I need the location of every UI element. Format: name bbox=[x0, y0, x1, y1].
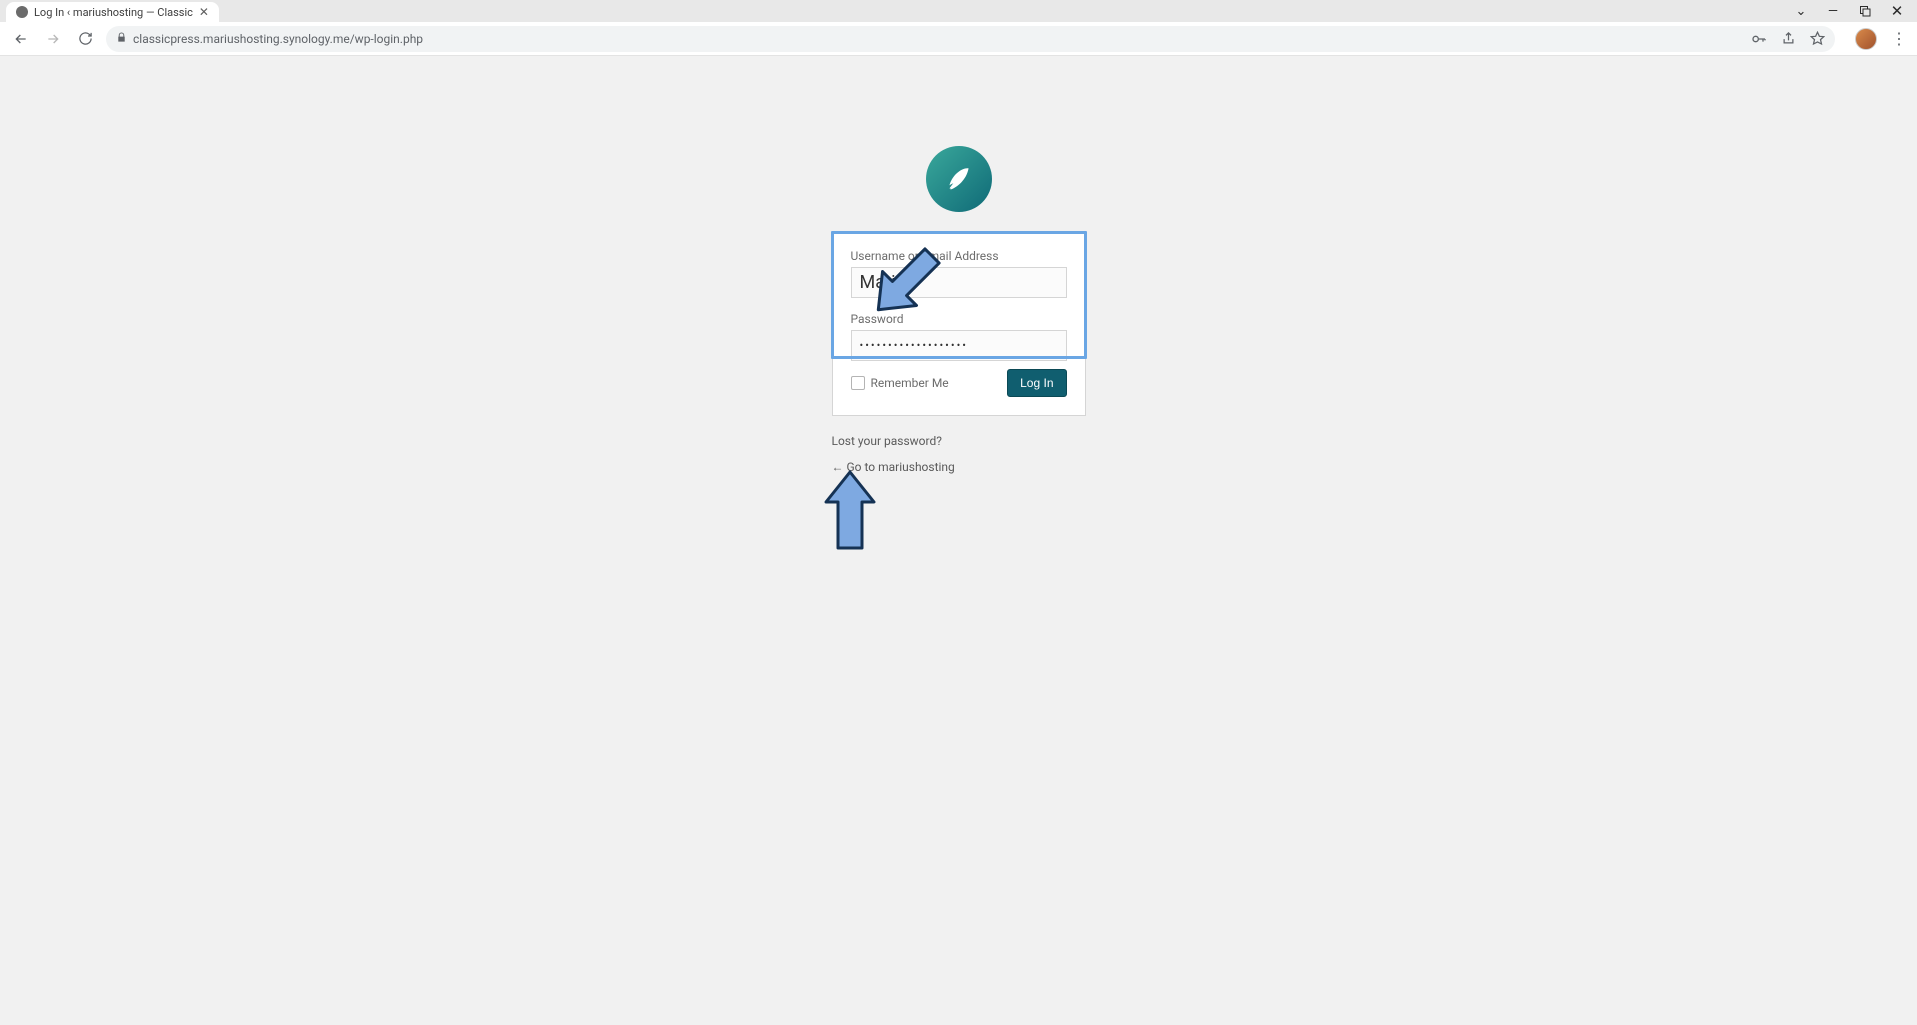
classicpress-logo[interactable] bbox=[926, 146, 992, 212]
form-footer: Remember Me Log In bbox=[851, 369, 1067, 397]
tab-title: Log In ‹ mariushosting — Classic bbox=[34, 6, 193, 19]
login-form: Username or Email Address Password Remem… bbox=[832, 232, 1086, 416]
profile-avatar[interactable] bbox=[1855, 28, 1877, 50]
browser-tab[interactable]: Log In ‹ mariushosting — Classic ✕ bbox=[6, 2, 219, 22]
globe-icon bbox=[16, 6, 28, 18]
tab-strip: Log In ‹ mariushosting — Classic ✕ bbox=[0, 0, 1781, 22]
username-label: Username or Email Address bbox=[851, 249, 1067, 263]
remember-label: Remember Me bbox=[871, 376, 949, 390]
minimize-icon[interactable]: — bbox=[1825, 3, 1841, 19]
lock-icon bbox=[116, 32, 127, 46]
remember-me[interactable]: Remember Me bbox=[851, 376, 949, 390]
username-group: Username or Email Address bbox=[851, 249, 1067, 298]
url-text: classicpress.mariushosting.synology.me/w… bbox=[133, 32, 423, 46]
login-button[interactable]: Log In bbox=[1007, 369, 1066, 397]
window-controls: ⌄ — ✕ bbox=[1781, 3, 1917, 19]
close-window-icon[interactable]: ✕ bbox=[1889, 3, 1905, 19]
password-input[interactable] bbox=[851, 330, 1067, 361]
below-links: Lost your password? ← Go to mariushostin… bbox=[832, 434, 1086, 474]
username-input[interactable] bbox=[851, 267, 1067, 298]
annotation-arrow-bottom bbox=[816, 468, 884, 560]
chevron-down-icon[interactable]: ⌄ bbox=[1793, 3, 1809, 19]
address-bar: classicpress.mariushosting.synology.me/w… bbox=[0, 22, 1917, 56]
forward-button[interactable] bbox=[42, 28, 64, 50]
logo-container bbox=[0, 56, 1917, 212]
password-key-icon[interactable] bbox=[1751, 31, 1767, 47]
bookmark-star-icon[interactable] bbox=[1810, 31, 1825, 46]
chrome-controls-right: ⋮ bbox=[1845, 28, 1907, 50]
back-to-site-link[interactable]: ← Go to mariushosting bbox=[832, 460, 1086, 474]
password-label: Password bbox=[851, 312, 1067, 326]
feather-icon bbox=[942, 162, 976, 196]
menu-kebab-icon[interactable]: ⋮ bbox=[1891, 29, 1907, 48]
remember-checkbox[interactable] bbox=[851, 376, 865, 390]
browser-titlebar: Log In ‹ mariushosting — Classic ✕ ⌄ — ✕ bbox=[0, 0, 1917, 22]
back-button[interactable] bbox=[10, 28, 32, 50]
omnibox[interactable]: classicpress.mariushosting.synology.me/w… bbox=[106, 26, 1835, 52]
share-icon[interactable] bbox=[1781, 31, 1796, 46]
close-tab-icon[interactable]: ✕ bbox=[199, 5, 209, 19]
lost-password-link[interactable]: Lost your password? bbox=[832, 434, 1086, 448]
omnibox-actions bbox=[1751, 31, 1825, 47]
password-group: Password bbox=[851, 312, 1067, 361]
maximize-icon[interactable] bbox=[1857, 3, 1873, 19]
reload-button[interactable] bbox=[74, 28, 96, 50]
page-body: Username or Email Address Password Remem… bbox=[0, 56, 1917, 1025]
